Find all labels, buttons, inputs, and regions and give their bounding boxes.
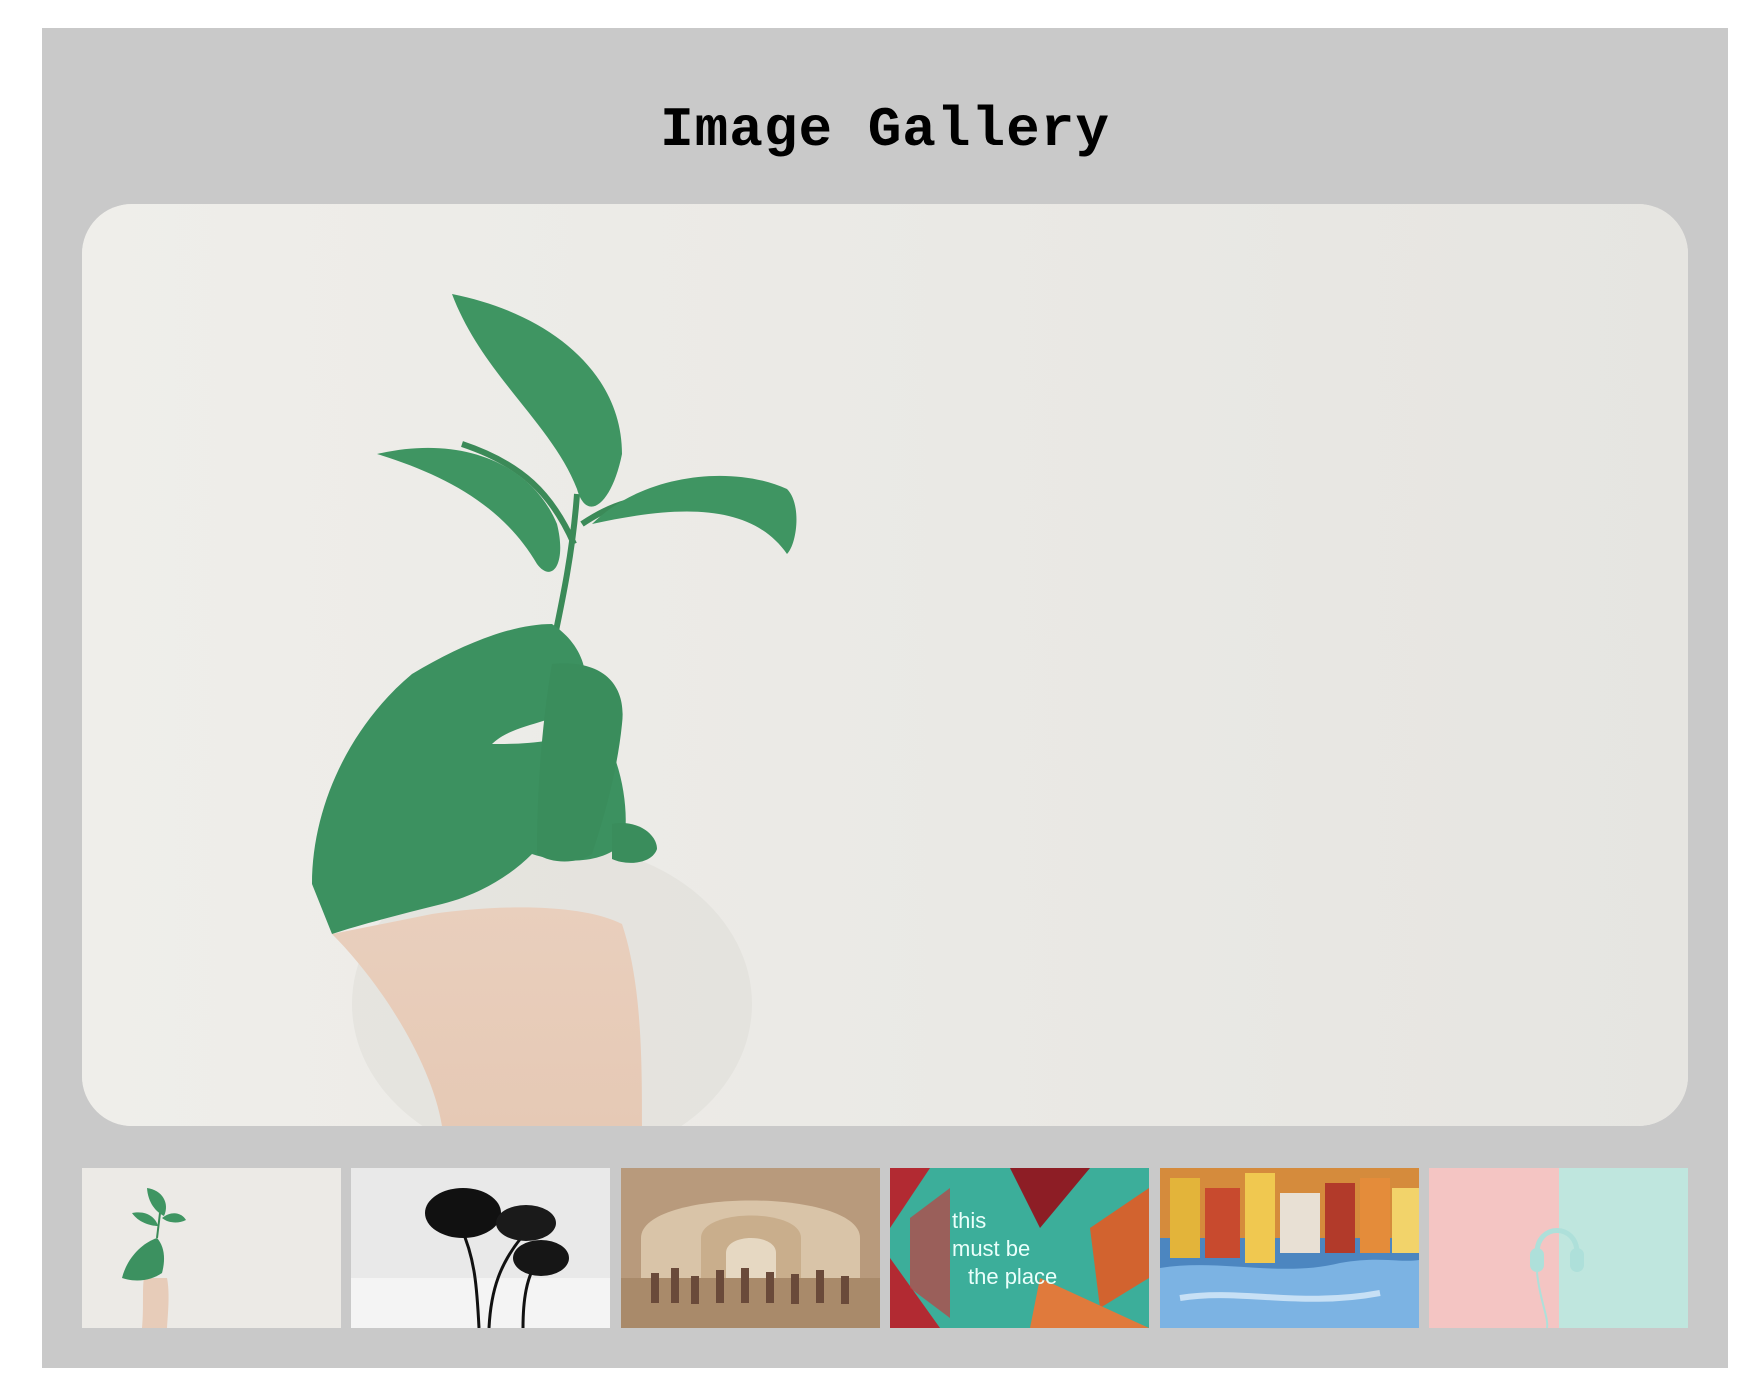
thumbnail-fresco[interactable] bbox=[620, 1168, 880, 1328]
thumbnail-plant-hand[interactable] bbox=[82, 1168, 341, 1328]
reflection-thumbnail bbox=[1159, 1168, 1419, 1328]
thumbnail-reflection[interactable] bbox=[1159, 1168, 1419, 1328]
fresco-thumbnail bbox=[620, 1168, 880, 1328]
main-image bbox=[82, 204, 1688, 1126]
plant-hand-image bbox=[82, 204, 1688, 1126]
neon-line-2: must be bbox=[952, 1236, 1030, 1261]
neon-line-3: the place bbox=[968, 1264, 1057, 1289]
thumbnail-trees[interactable] bbox=[351, 1168, 611, 1328]
thumbnail-neon-sign[interactable]: this must be the place bbox=[890, 1168, 1150, 1328]
neon-line-1: this bbox=[952, 1208, 986, 1233]
gallery-title: Image Gallery bbox=[660, 98, 1110, 162]
thumbnail-strip: this must be the place bbox=[82, 1168, 1688, 1328]
thumbnail-headphones[interactable] bbox=[1428, 1168, 1688, 1328]
trees-thumbnail bbox=[351, 1168, 611, 1328]
headphones-thumbnail bbox=[1428, 1168, 1688, 1328]
plant-hand-thumbnail bbox=[82, 1168, 341, 1328]
image-gallery: Image Gallery this must be the place bbox=[42, 28, 1728, 1368]
neon-sign-thumbnail: this must be the place bbox=[890, 1168, 1150, 1328]
